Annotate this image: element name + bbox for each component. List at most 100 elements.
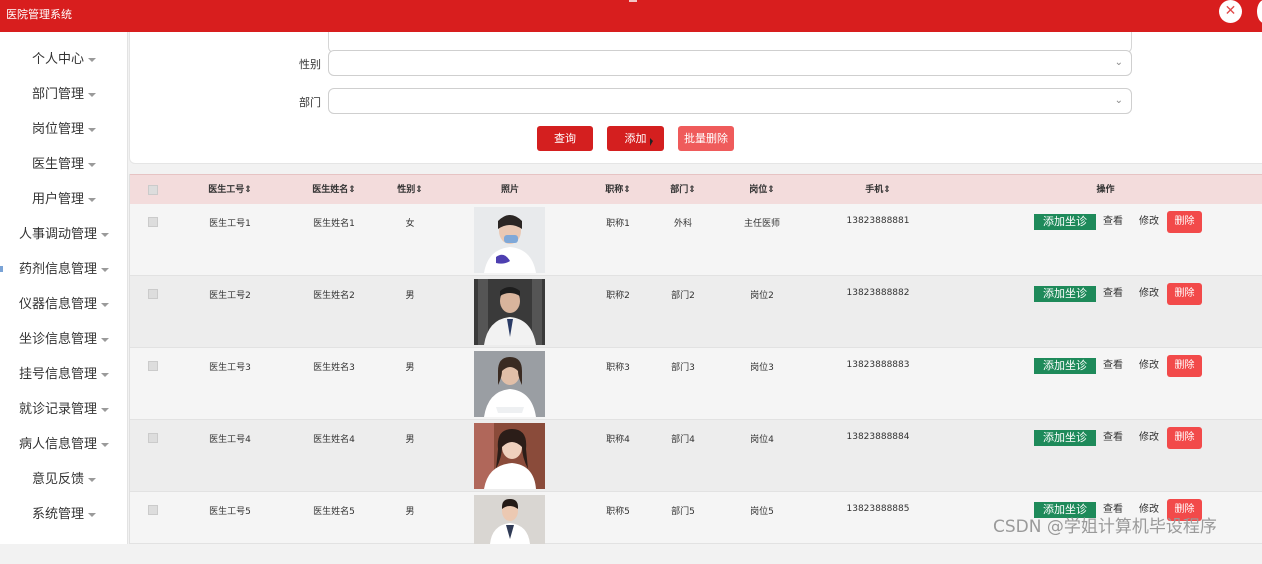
sidebar-item-patient[interactable]: 病人信息管理 [0,427,128,462]
add-consultation-button[interactable]: 添加坐诊 [1034,286,1096,302]
chevron-down-icon [101,372,109,377]
edit-button[interactable]: 修改 [1139,358,1159,374]
sort-icon: ⇕ [623,185,631,195]
header-doctor-id[interactable]: 医生工号⇕ [178,175,282,205]
row-checkbox[interactable] [148,433,158,443]
cell-position: 岗位4 [750,435,774,445]
row-checkbox[interactable] [148,505,158,515]
sidebar-item-feedback[interactable]: 意见反馈 [0,462,128,497]
table-row: 医生工号1 医生姓名1 女 职称1 外科 主任医师 13823888881 添加… [130,204,1262,276]
cell-title: 职称1 [606,219,630,229]
edit-button[interactable]: 修改 [1139,286,1159,302]
watermark: CSDN @学姐计算机毕设程序 [993,517,1217,537]
cell-doctor-name: 医生姓名2 [313,291,355,301]
window-control-button[interactable] [1257,0,1262,23]
gender-select[interactable]: ⌄ [328,50,1132,76]
cell-title: 职称4 [606,435,630,445]
header-gender[interactable]: 性别⇕ [386,175,434,205]
add-consultation-button[interactable]: 添加坐诊 [1034,214,1096,230]
cell-gender: 男 [405,435,415,445]
sidebar-item-profile[interactable]: 个人中心 [0,42,128,77]
cell-title: 职称2 [606,291,630,301]
edit-button[interactable]: 修改 [1139,214,1159,230]
cell-phone: 13823888882 [846,288,910,298]
view-button[interactable]: 查看 [1103,214,1123,230]
sidebar-item-user[interactable]: 用户管理 [0,182,128,217]
add-consultation-button[interactable]: 添加坐诊 [1034,430,1096,446]
sidebar-item-doctor[interactable]: 医生管理 [0,147,128,182]
delete-button[interactable]: 删除 [1167,355,1202,377]
delete-button[interactable]: 删除 [1167,427,1202,449]
view-button[interactable]: 查看 [1103,430,1123,446]
cell-department: 部门5 [671,507,695,517]
sidebar-item-registration[interactable]: 挂号信息管理 [0,357,128,392]
cell-position: 岗位2 [750,291,774,301]
table-row: 医生工号3 医生姓名3 男 职称3 部门3 岗位3 13823888883 添加… [130,348,1262,420]
mouse-cursor-icon [650,138,653,146]
add-consultation-button[interactable]: 添加坐诊 [1034,358,1096,374]
chevron-down-icon [101,302,109,307]
cell-position: 主任医师 [743,219,780,229]
row-checkbox[interactable] [148,217,158,227]
cell-gender: 男 [405,507,415,517]
doctor-photo [474,351,545,417]
select-all-checkbox[interactable] [148,185,158,195]
query-button[interactable]: 查询 [537,126,593,151]
cell-doctor-name: 医生姓名3 [313,363,355,373]
sidebar-item-medicine[interactable]: 药剂信息管理 [0,252,128,287]
cell-doctor-name: 医生姓名5 [313,507,355,517]
cell-gender: 男 [405,291,415,301]
chevron-down-icon: ⌄ [1114,95,1123,106]
chevron-down-icon: ⌄ [1114,57,1123,68]
chevron-down-icon [88,92,96,97]
header-department[interactable]: 部门⇕ [650,175,716,205]
chevron-down-icon [88,57,96,62]
row-checkbox[interactable] [148,289,158,299]
cell-phone: 13823888881 [846,216,910,226]
header-actions: 操作 [1096,185,1115,195]
doctor-photo [474,495,545,544]
cell-gender: 男 [405,363,415,373]
header-position[interactable]: 岗位⇕ [716,175,808,205]
sidebar-item-visit-record[interactable]: 就诊记录管理 [0,392,128,427]
gender-label: 性别 [299,58,321,71]
delete-button[interactable]: 删除 [1167,211,1202,233]
sidebar-item-position[interactable]: 岗位管理 [0,112,128,147]
department-select[interactable]: ⌄ [328,88,1132,114]
sidebar-item-transfer[interactable]: 人事调动管理 [0,217,128,252]
doctor-photo [474,423,545,489]
delete-button[interactable]: 删除 [1167,283,1202,305]
batch-delete-button[interactable]: 批量删除 [678,126,734,151]
header-title[interactable]: 职称⇕ [586,175,650,205]
cell-doctor-id: 医生工号4 [209,435,251,445]
department-label: 部门 [299,96,321,109]
view-button[interactable]: 查看 [1103,358,1123,374]
cell-doctor-id: 医生工号3 [209,363,251,373]
cell-gender: 女 [405,219,415,229]
view-button[interactable]: 查看 [1103,286,1123,302]
app-title: 医院管理系统 [6,8,72,21]
header-doctor-name[interactable]: 医生姓名⇕ [282,175,386,205]
top-indicator [629,0,637,2]
add-button[interactable]: 添加 [607,126,664,151]
cell-department: 部门4 [671,435,695,445]
close-icon[interactable]: ✕ [1219,0,1242,23]
cell-doctor-id: 医生工号1 [209,219,251,229]
doctor-table: 医生工号⇕ 医生姓名⇕ 性别⇕ 照片 职称⇕ 部门⇕ 岗位⇕ 手机⇕ 操作 医生… [129,174,1262,544]
table-row: 医生工号2 医生姓名2 男 职称2 部门2 岗位2 13823888882 添加… [130,276,1262,348]
row-checkbox[interactable] [148,361,158,371]
cell-doctor-id: 医生工号5 [209,507,251,517]
doctor-photo [474,207,545,273]
cell-department: 外科 [673,219,692,229]
chevron-down-icon [101,267,109,272]
cell-title: 职称5 [606,507,630,517]
chevron-down-icon [88,127,96,132]
sidebar-item-system[interactable]: 系统管理 [0,497,128,532]
sidebar-item-instrument[interactable]: 仪器信息管理 [0,287,128,322]
chevron-down-icon [88,162,96,167]
header-phone[interactable]: 手机⇕ [808,175,948,205]
cell-doctor-id: 医生工号2 [209,291,251,301]
sidebar-item-department[interactable]: 部门管理 [0,77,128,112]
sidebar-item-consultation[interactable]: 坐诊信息管理 [0,322,128,357]
edit-button[interactable]: 修改 [1139,430,1159,446]
